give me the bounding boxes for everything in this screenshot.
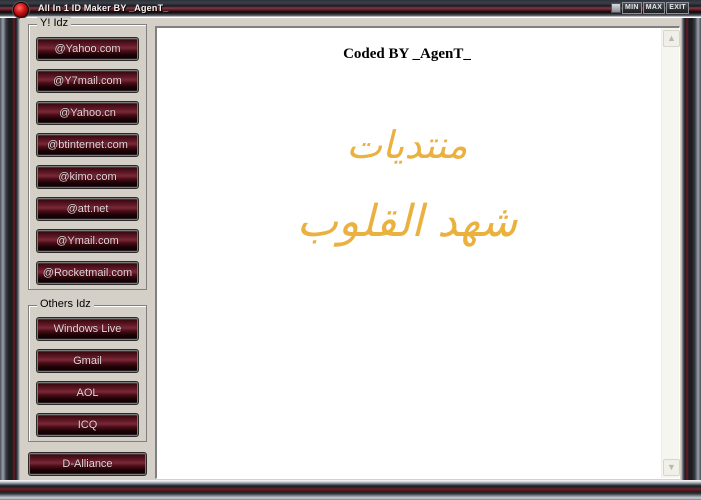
gmail-button[interactable]: Gmail bbox=[36, 349, 139, 373]
d-alliance-button[interactable]: D-Alliance bbox=[28, 452, 147, 476]
yahoo-com-button[interactable]: @Yahoo.com bbox=[36, 37, 139, 61]
scroll-up-icon[interactable]: ▲ bbox=[663, 30, 680, 47]
app-logo-icon bbox=[13, 2, 29, 18]
maximize-button[interactable]: MAX bbox=[642, 2, 666, 14]
window-menu-icon[interactable] bbox=[611, 3, 622, 13]
window-frame-bottom bbox=[0, 480, 701, 500]
att-net-button[interactable]: @att.net bbox=[36, 197, 139, 221]
arabic-logo-line-1: منتديات bbox=[346, 123, 468, 167]
rocketmail-com-button[interactable]: @Rocketmail.com bbox=[36, 261, 139, 285]
yahoo-ids-group: Y! Idz @Yahoo.com @Y7mail.com @Yahoo.cn … bbox=[28, 17, 147, 290]
ymail-com-button[interactable]: @Ymail.com bbox=[36, 229, 139, 253]
yahoo-ids-group-label: Y! Idz bbox=[37, 17, 72, 29]
others-ids-group-label: Others Idz bbox=[37, 298, 94, 310]
btinternet-com-button[interactable]: @btinternet.com bbox=[36, 133, 139, 157]
y7mail-com-button[interactable]: @Y7mail.com bbox=[36, 69, 139, 93]
vertical-scrollbar[interactable]: ▲ ▼ bbox=[661, 28, 680, 478]
window-frame-right bbox=[681, 0, 701, 500]
credit-text: Coded BY _AgenT_ bbox=[343, 46, 471, 62]
yahoo-cn-button[interactable]: @Yahoo.cn bbox=[36, 101, 139, 125]
arabic-logo-line-2: شهد القلوب bbox=[296, 196, 518, 247]
window-title: All In 1 ID Maker BY _AgenT_ bbox=[38, 3, 169, 13]
minimize-button[interactable]: MIN bbox=[622, 2, 642, 14]
kimo-com-button[interactable]: @kimo.com bbox=[36, 165, 139, 189]
icq-button[interactable]: ICQ bbox=[36, 413, 139, 437]
window-controls: MIN MAX EXIT bbox=[611, 2, 689, 14]
aol-button[interactable]: AOL bbox=[36, 381, 139, 405]
others-ids-group: Others Idz Windows Live Gmail AOL ICQ bbox=[28, 298, 147, 442]
scroll-down-icon[interactable]: ▼ bbox=[663, 459, 680, 476]
windows-live-button[interactable]: Windows Live bbox=[36, 317, 139, 341]
exit-button[interactable]: EXIT bbox=[666, 2, 689, 14]
client-area: Y! Idz @Yahoo.com @Y7mail.com @Yahoo.cn … bbox=[20, 17, 681, 480]
content-viewer[interactable]: Coded BY _AgenT_ منتديات شهد القلوب ▲ ▼ bbox=[155, 26, 680, 479]
title-bar[interactable]: All In 1 ID Maker BY _AgenT_ MIN MAX EXI… bbox=[0, 0, 701, 18]
